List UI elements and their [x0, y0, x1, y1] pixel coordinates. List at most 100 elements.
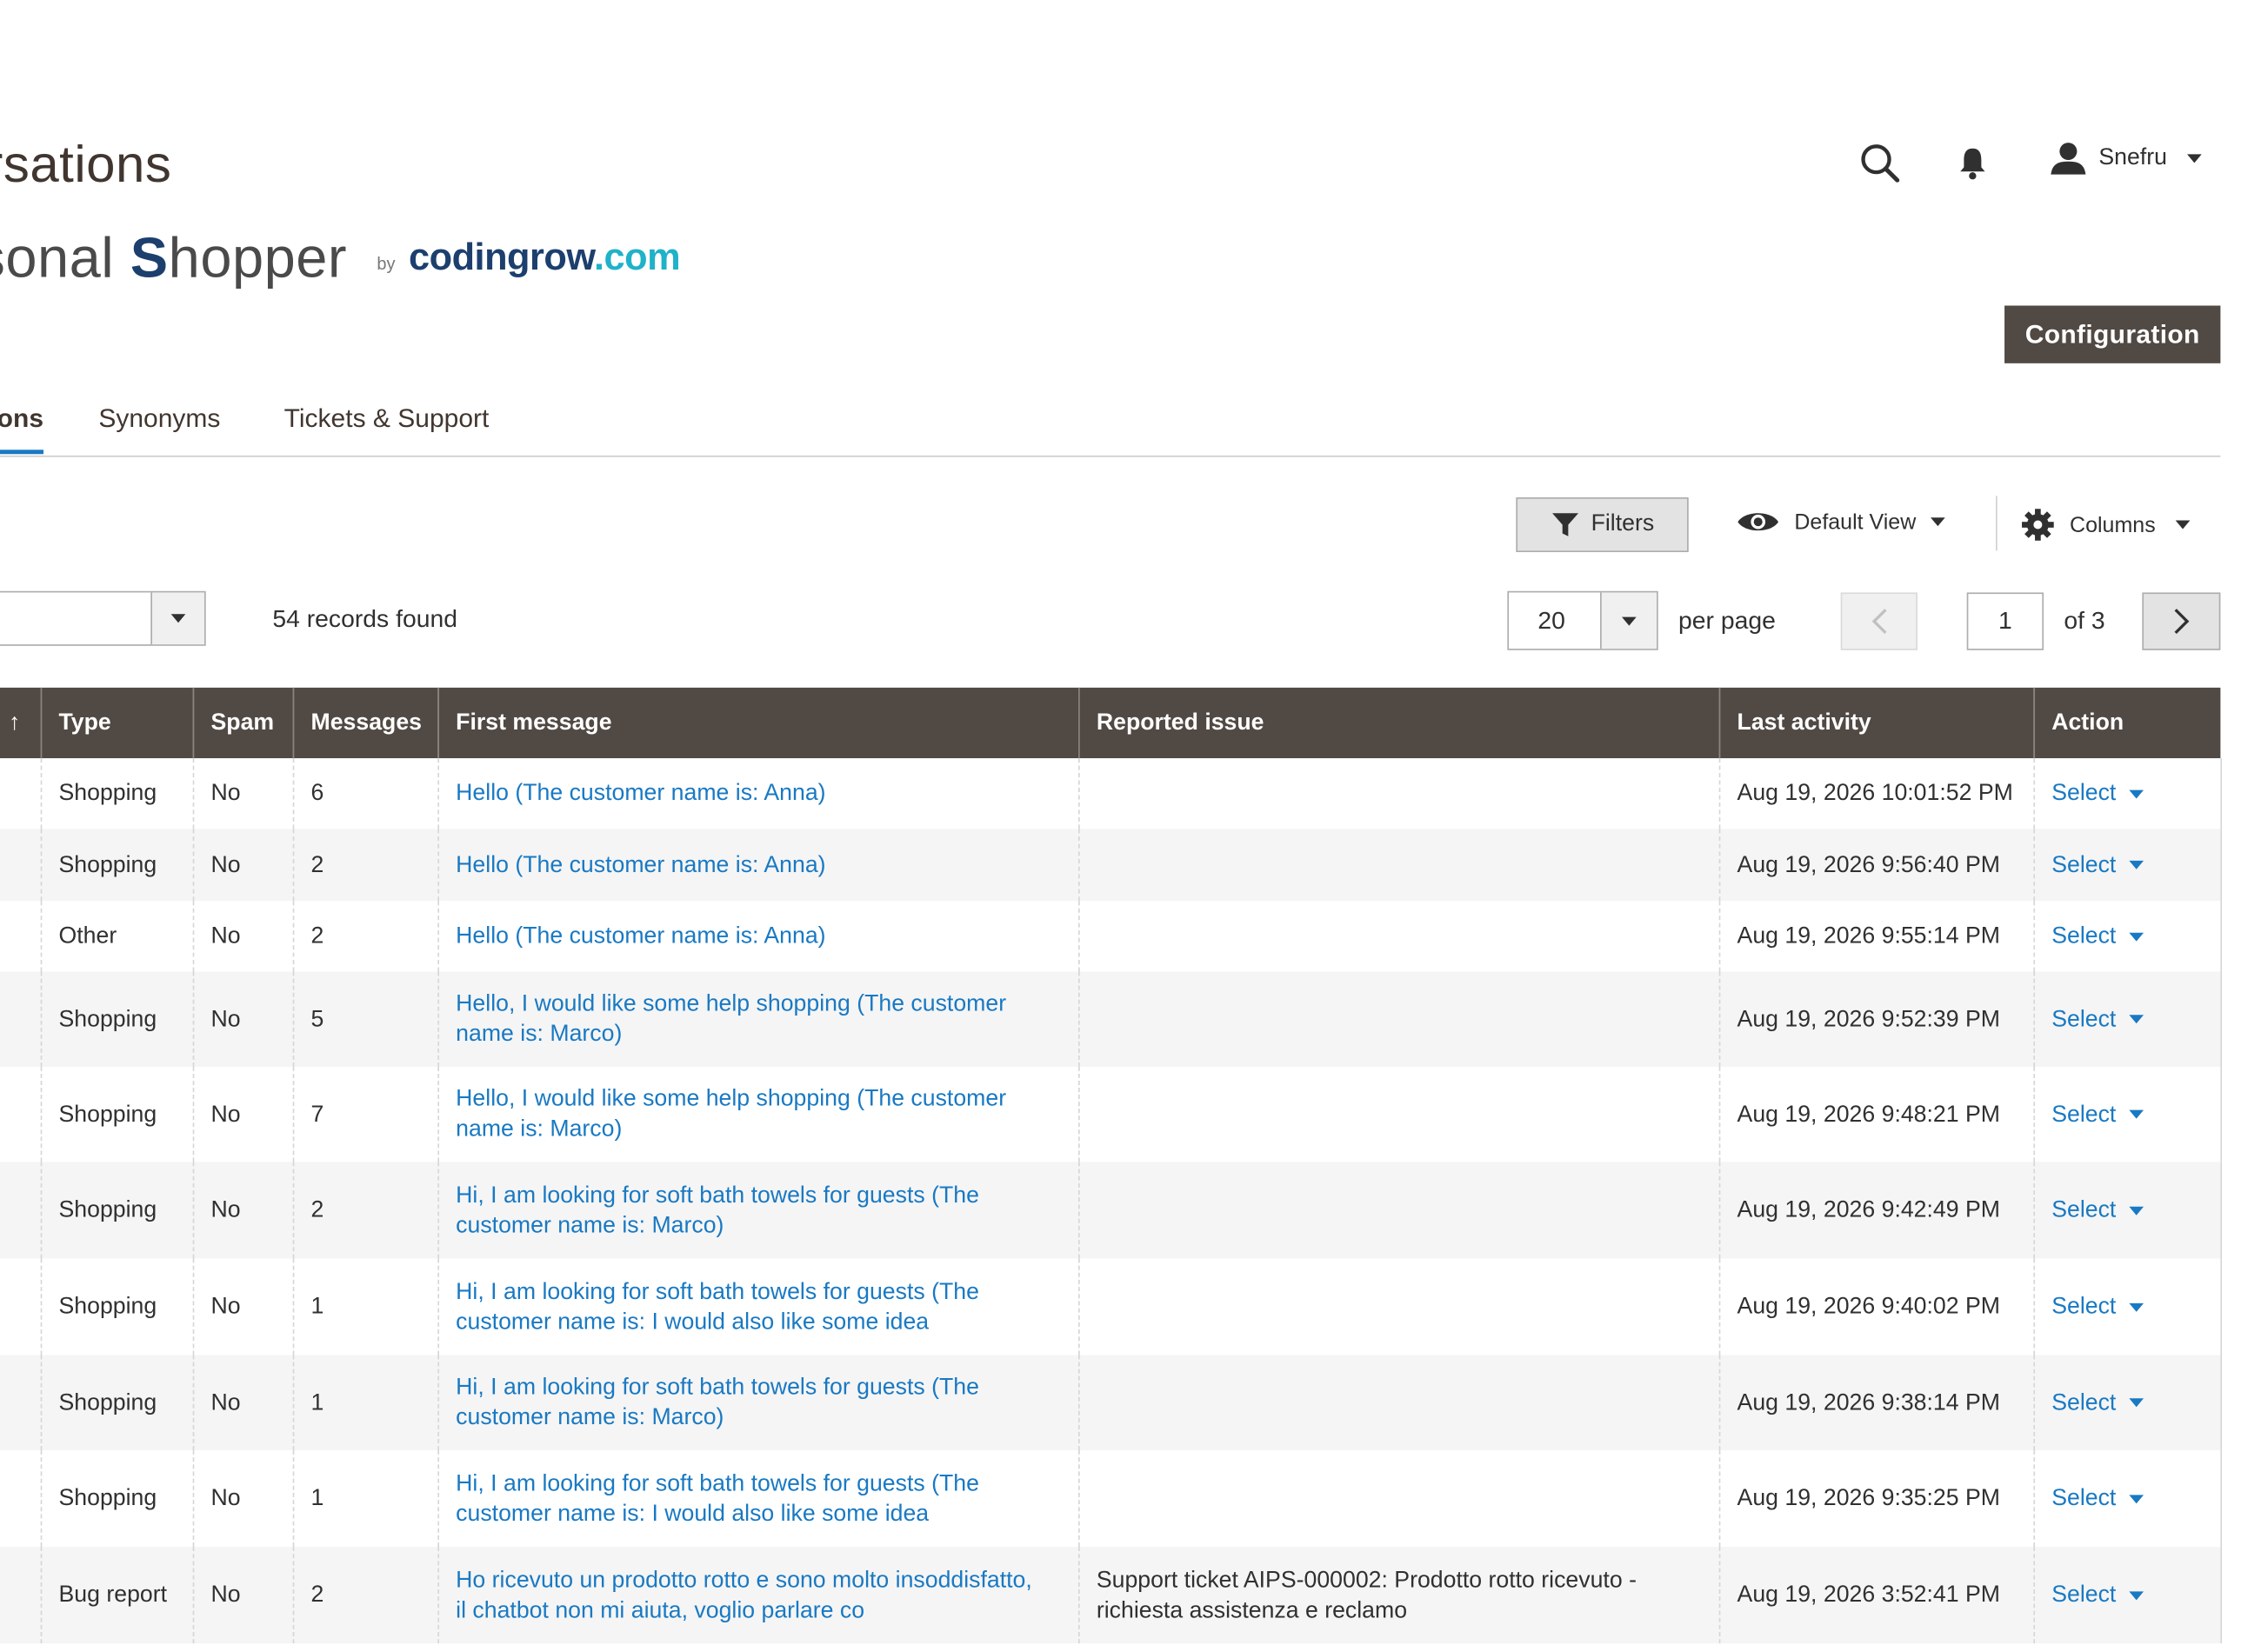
- cell-spam-text: No: [210, 1007, 241, 1032]
- cell-reported-issue: [1077, 901, 1719, 972]
- cell-messages-text: 7: [310, 1102, 324, 1127]
- user-menu[interactable]: Snefru: [2050, 141, 2202, 176]
- cell-type: Other: [39, 901, 193, 972]
- brand-part1: sonal: [0, 227, 115, 290]
- cell-action: Select: [2032, 1066, 2222, 1162]
- cell-first-message: Hello (The customer name is: Anna): [437, 758, 1079, 829]
- mass-action-select[interactable]: [0, 590, 206, 646]
- brand-title: sonal Shopper: [0, 228, 347, 290]
- select-label: Select: [2051, 1582, 2117, 1608]
- cell-spam: No: [191, 1547, 293, 1644]
- tab-tickets-support[interactable]: Tickets & Support: [284, 403, 490, 434]
- column-header-first-message[interactable]: First message: [437, 687, 1079, 759]
- cell-action: Select: [2032, 971, 2222, 1067]
- cell-messages-text: 5: [310, 1007, 324, 1032]
- cell-reported-issue: [1077, 1258, 1719, 1356]
- chevron-down-icon: [2129, 931, 2144, 941]
- prev-page-button[interactable]: [1840, 592, 1918, 650]
- columns-dropdown[interactable]: Columns: [2020, 508, 2191, 543]
- cell-spam-text: No: [210, 1486, 241, 1511]
- table-row[interactable]: Shopping No 1 Hi, I am looking for soft bat…: [0, 1355, 2222, 1450]
- cell-action: Select: [2032, 1162, 2222, 1259]
- row-select-action[interactable]: Select: [2051, 1388, 2144, 1418]
- cell-type-text: Shopping: [58, 1007, 157, 1032]
- grid-body: Shopping No 6 Hello (The customer name is: …: [0, 758, 2222, 1644]
- logo-part-a: codingrow: [409, 235, 594, 278]
- column-header-reported-issue[interactable]: Reported issue: [1077, 687, 1719, 759]
- first-message-link[interactable]: Hi, I am looking for soft bath towels fo…: [456, 1180, 1034, 1241]
- column-header-sort[interactable]: ↑: [0, 687, 41, 759]
- cell-spam-text: No: [210, 852, 241, 877]
- page-number-input[interactable]: 1: [1966, 592, 2044, 650]
- row-select-action[interactable]: Select: [2051, 1195, 2144, 1225]
- per-page-toggle[interactable]: [1600, 592, 1657, 649]
- first-message-link[interactable]: Ho ricevuto un prodotto rotto e sono mol…: [456, 1565, 1034, 1626]
- search-icon[interactable]: [1859, 143, 1900, 190]
- row-select-action[interactable]: Select: [2051, 1580, 2144, 1610]
- row-select-action[interactable]: Select: [2051, 1483, 2144, 1514]
- column-header-type[interactable]: Type: [39, 687, 193, 759]
- first-message-link[interactable]: Hi, I am looking for soft bath towels fo…: [456, 1276, 1034, 1337]
- column-header-last-activity[interactable]: Last activity: [1717, 687, 2034, 759]
- page-total: of 3: [2064, 607, 2105, 635]
- first-message-link[interactable]: Hello (The customer name is: Anna): [456, 778, 1034, 809]
- cell-last-activity-text: Aug 19, 2026 9:48:21 PM: [1737, 1102, 2000, 1127]
- per-page-select[interactable]: 20: [1507, 590, 1658, 650]
- column-header-spam[interactable]: Spam: [191, 687, 293, 759]
- cell-messages-text: 2: [310, 1197, 324, 1222]
- table-row[interactable]: Shopping No 7 Hello, I would like some help…: [0, 1066, 2222, 1162]
- row-select-action[interactable]: Select: [2051, 849, 2144, 880]
- cell-messages: 2: [291, 901, 438, 972]
- table-row[interactable]: Shopping No 1 Hi, I am looking for soft bat…: [0, 1258, 2222, 1356]
- table-row[interactable]: Shopping No 1 Hi, I am looking for soft bat…: [0, 1449, 2222, 1548]
- cell-id: [0, 901, 41, 972]
- eye-icon: [1737, 513, 1779, 531]
- row-select-action[interactable]: Select: [2051, 921, 2144, 951]
- cell-type-text: Shopping: [58, 852, 157, 877]
- first-message-link[interactable]: Hello, I would like some help shopping (…: [456, 989, 1034, 1049]
- table-row[interactable]: Shopping No 5 Hello, I would like some help…: [0, 971, 2222, 1067]
- mass-action-toggle[interactable]: [150, 592, 205, 645]
- table-row[interactable]: Shopping No 2 Hello (The customer name is: …: [0, 829, 2222, 902]
- table-row[interactable]: Shopping No 6 Hello (The customer name is: …: [0, 758, 2222, 829]
- cell-first-message: Hi, I am looking for soft bath towels fo…: [437, 1449, 1079, 1548]
- columns-label: Columns: [2070, 512, 2156, 537]
- tab-conversations[interactable]: ons: [0, 403, 43, 434]
- select-label: Select: [2051, 1294, 2117, 1320]
- tab-synonyms[interactable]: Synonyms: [98, 403, 220, 434]
- cell-action: Select: [2032, 758, 2222, 829]
- cell-messages: 7: [291, 1066, 438, 1162]
- cell-action: Select: [2032, 901, 2222, 972]
- row-select-action[interactable]: Select: [2051, 778, 2144, 809]
- select-label: Select: [2051, 1102, 2117, 1127]
- column-header-messages[interactable]: Messages: [291, 687, 438, 759]
- cell-type: Shopping: [39, 758, 193, 829]
- next-page-button[interactable]: [2142, 592, 2221, 650]
- table-row[interactable]: Other No 2 Hello (The customer name is: Ann…: [0, 901, 2222, 972]
- first-message-link[interactable]: Hello, I would like some help shopping (…: [456, 1084, 1034, 1145]
- configuration-button[interactable]: Configuration: [2004, 305, 2221, 363]
- chevron-down-icon: [1930, 517, 1945, 527]
- cell-reported-issue: [1077, 758, 1719, 829]
- cell-action: Select: [2032, 1449, 2222, 1548]
- filters-button[interactable]: Filters: [1516, 497, 1689, 553]
- cell-messages: 6: [291, 758, 438, 829]
- row-select-action[interactable]: Select: [2051, 1292, 2144, 1322]
- cell-last-activity: Aug 19, 2026 9:38:14 PM: [1717, 1355, 2034, 1450]
- table-row[interactable]: Bug report No 2 Ho ricevuto un prodotto rot…: [0, 1547, 2222, 1644]
- row-select-action[interactable]: Select: [2051, 1004, 2144, 1035]
- first-message-link[interactable]: Hi, I am looking for soft bath towels fo…: [456, 1372, 1034, 1433]
- conversations-grid: ↑ Type Spam Messages First message Repor…: [0, 687, 2222, 1644]
- brand-by: by: [377, 253, 396, 275]
- view-dropdown[interactable]: Default View: [1737, 508, 1945, 536]
- first-message-link[interactable]: Hello (The customer name is: Anna): [456, 921, 1034, 951]
- table-row[interactable]: Shopping No 2 Hi, I am looking for soft bat…: [0, 1162, 2222, 1259]
- row-select-action[interactable]: Select: [2051, 1099, 2144, 1129]
- cell-last-activity: Aug 19, 2026 10:01:52 PM: [1717, 758, 2034, 829]
- cell-last-activity: Aug 19, 2026 9:40:02 PM: [1717, 1258, 2034, 1356]
- brand-banner: sonal Shopper by codingrow.com: [0, 228, 681, 291]
- first-message-link[interactable]: Hello (The customer name is: Anna): [456, 849, 1034, 880]
- cell-last-activity-text: Aug 19, 2026 9:55:14 PM: [1737, 923, 2000, 949]
- bell-icon[interactable]: [1958, 145, 1987, 187]
- first-message-link[interactable]: Hi, I am looking for soft bath towels fo…: [456, 1469, 1034, 1529]
